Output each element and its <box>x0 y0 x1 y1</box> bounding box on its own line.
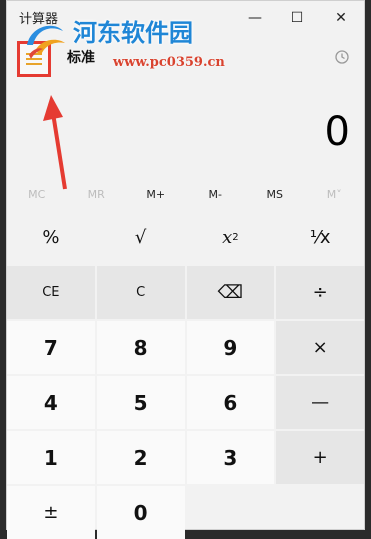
square-key-exponent: 2 <box>232 232 239 243</box>
multiply-key[interactable]: × <box>276 321 364 374</box>
digit-8-key[interactable]: 8 <box>96 321 185 374</box>
annotation-arrow-icon <box>43 95 67 190</box>
clear-entry-key[interactable]: CE <box>7 266 95 319</box>
digit-0-key[interactable]: 0 <box>96 486 185 539</box>
digit-1-key[interactable]: 1 <box>7 431 95 484</box>
close-button[interactable]: ✕ <box>329 7 353 29</box>
clear-key[interactable]: C <box>96 266 185 319</box>
maximize-button[interactable]: ☐ <box>285 7 309 29</box>
digit-4-key[interactable]: 4 <box>7 376 95 429</box>
digit-6-key[interactable]: 6 <box>186 376 275 429</box>
calculator-window: 计算器 — ☐ ✕ 标准 河东软件园 www.pc0359.cn 0 MC MR… <box>6 0 365 539</box>
memory-clear-button[interactable]: MC <box>12 188 62 201</box>
sqrt-key[interactable]: √ <box>96 211 185 264</box>
negate-key[interactable]: ± <box>7 486 95 539</box>
digit-7-key[interactable]: 7 <box>7 321 95 374</box>
memory-add-button[interactable]: M+ <box>131 188 181 201</box>
add-key[interactable]: + <box>276 431 364 484</box>
history-button[interactable] <box>332 47 352 67</box>
title-bar: 计算器 — ☐ ✕ <box>7 1 364 35</box>
digit-9-key[interactable]: 9 <box>186 321 275 374</box>
memory-list-button[interactable]: M˅ <box>309 188 359 201</box>
divide-key[interactable]: ÷ <box>276 266 364 319</box>
digit-3-key[interactable]: 3 <box>186 431 275 484</box>
mode-label: 标准 <box>67 50 95 66</box>
hamburger-icon <box>26 53 42 65</box>
percent-key[interactable]: % <box>7 211 95 264</box>
keypad: % √ x2 ¹⁄x CE C ⌫ ÷ 7 8 9 × 4 5 6 — 1 2 … <box>7 211 364 539</box>
navigation-menu-button[interactable] <box>17 41 51 77</box>
digit-2-key[interactable]: 2 <box>96 431 185 484</box>
memory-store-button[interactable]: MS <box>250 188 300 201</box>
reciprocal-key[interactable]: ¹⁄x <box>276 211 364 264</box>
watermark-url: www.pc0359.cn <box>113 55 225 70</box>
square-key[interactable]: x2 <box>186 211 275 264</box>
memory-subtract-button[interactable]: M- <box>190 188 240 201</box>
minimize-button[interactable]: — <box>243 7 267 29</box>
backspace-key[interactable]: ⌫ <box>186 266 275 319</box>
result-display: 0 <box>324 109 350 155</box>
square-key-base: x <box>222 227 233 248</box>
subtract-key[interactable]: — <box>276 376 364 429</box>
digit-5-key[interactable]: 5 <box>96 376 185 429</box>
history-icon <box>335 50 349 64</box>
memory-row: MC MR M+ M- MS M˅ <box>7 183 364 205</box>
app-title: 计算器 <box>19 12 59 27</box>
memory-recall-button[interactable]: MR <box>71 188 121 201</box>
